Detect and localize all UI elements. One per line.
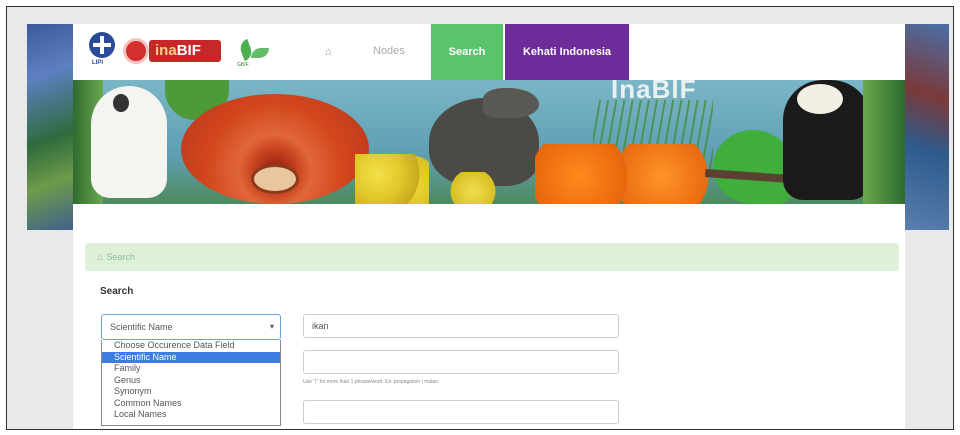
cockatoo-beak	[113, 94, 129, 112]
background-image-left	[27, 24, 79, 230]
chevron-down-icon: ▾	[269, 322, 274, 331]
dropdown-option[interactable]: Common Names	[102, 398, 280, 410]
rafflesia-center	[251, 164, 299, 194]
nav-item-kehati-indonesia[interactable]: Kehati Indonesia	[505, 24, 629, 80]
banner-title: InaBIF	[611, 80, 697, 104]
lipi-logo-text: LIPI	[92, 60, 104, 66]
occurrence-field-dropdown: Choose Occurence Data Field Scientific N…	[101, 340, 281, 426]
inabif-logo[interactable]: inaBIF	[123, 38, 223, 64]
lipi-logo[interactable]: LIPI	[89, 32, 117, 66]
breadcrumb: ⌂ Search	[85, 243, 899, 271]
navbar: LIPI inaBIF GBIF ⌂ Nodes Search Kehati I…	[73, 24, 905, 80]
page-container: LIPI inaBIF GBIF ⌂ Nodes Search Kehati I…	[73, 24, 905, 429]
breadcrumb-home-icon[interactable]: ⌂	[97, 252, 102, 262]
dropdown-option[interactable]: Family	[102, 363, 280, 375]
yellow-flowers-image-2	[433, 172, 513, 204]
yellow-flowers-image	[355, 154, 429, 204]
second-input[interactable]	[303, 350, 619, 374]
search-heading: Search	[100, 286, 134, 297]
third-input[interactable]	[303, 400, 619, 424]
gbif-logo[interactable]: GBIF	[235, 34, 275, 70]
komodo-head	[483, 88, 539, 118]
dropdown-option[interactable]: Genus	[102, 375, 280, 387]
nav-home-icon[interactable]: ⌂	[325, 46, 332, 58]
nav-item-search[interactable]: Search	[431, 24, 503, 80]
hornbill-chest	[797, 84, 843, 114]
search-hint-text: Use "|" for more than 1 phrase/word. Ex:…	[303, 379, 439, 385]
breadcrumb-current: Search	[106, 252, 135, 262]
green-leaf-image	[713, 130, 793, 204]
inabif-logo-ina: ina	[155, 42, 177, 59]
cockatoo-image	[91, 86, 167, 198]
occurrence-field-select-value: Scientific Name	[110, 322, 173, 332]
nav-item-nodes[interactable]: Nodes	[373, 45, 405, 57]
leaves-right-image	[863, 80, 905, 204]
dropdown-option[interactable]: Choose Occurence Data Field	[102, 340, 280, 352]
header-banner: InaBIF	[73, 80, 905, 204]
inabif-logo-bif: BIF	[176, 42, 201, 59]
orange-plant-image	[535, 144, 711, 204]
browser-viewport: LIPI inaBIF GBIF ⌂ Nodes Search Kehati I…	[6, 6, 954, 430]
dropdown-option[interactable]: Local Names	[102, 409, 280, 421]
occurrence-field-select[interactable]: Scientific Name ▾	[101, 314, 281, 340]
keyword-input[interactable]: ikan	[303, 314, 619, 338]
gbif-logo-text: GBIF	[237, 62, 249, 68]
background-image-right	[905, 24, 949, 230]
dropdown-option[interactable]: Synonym	[102, 386, 280, 398]
dropdown-option-selected[interactable]: Scientific Name	[102, 351, 280, 363]
